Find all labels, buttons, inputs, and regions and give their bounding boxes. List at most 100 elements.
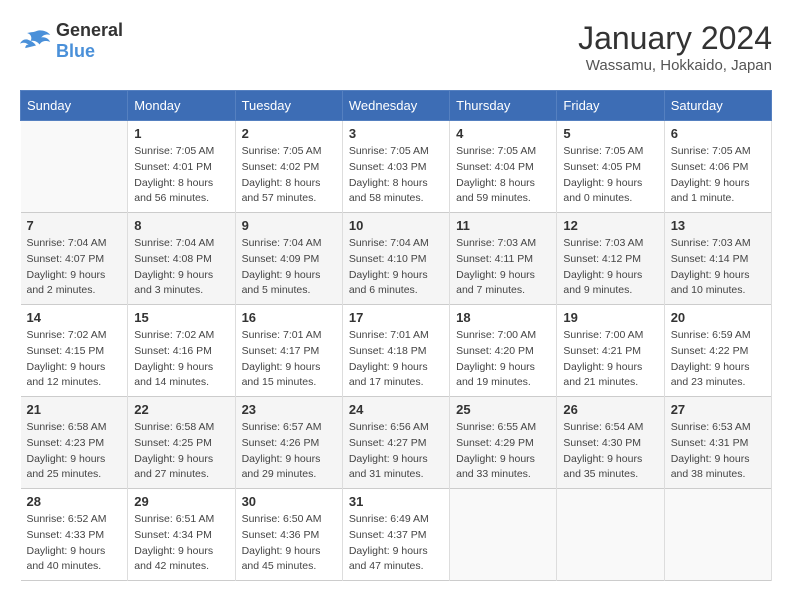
day-info: Sunrise: 7:04 AM Sunset: 4:10 PM Dayligh… (349, 236, 443, 299)
table-row: 15 Sunrise: 7:02 AM Sunset: 4:16 PM Dayl… (128, 305, 235, 397)
sunrise: Sunrise: 7:00 AM (456, 329, 536, 341)
day-number: 31 (349, 494, 443, 509)
daylight: Daylight: 9 hours and 17 minutes. (349, 361, 428, 389)
sunset: Sunset: 4:18 PM (349, 345, 427, 357)
day-info: Sunrise: 7:05 AM Sunset: 4:02 PM Dayligh… (242, 144, 336, 207)
table-row: 17 Sunrise: 7:01 AM Sunset: 4:18 PM Dayl… (342, 305, 449, 397)
table-row (450, 489, 557, 581)
day-info: Sunrise: 6:52 AM Sunset: 4:33 PM Dayligh… (27, 512, 122, 575)
daylight: Daylight: 9 hours and 2 minutes. (27, 269, 106, 297)
calendar-subtitle: Wassamu, Hokkaido, Japan (578, 57, 772, 74)
table-row: 13 Sunrise: 7:03 AM Sunset: 4:14 PM Dayl… (664, 213, 771, 305)
table-row: 6 Sunrise: 7:05 AM Sunset: 4:06 PM Dayli… (664, 121, 771, 213)
table-row: 30 Sunrise: 6:50 AM Sunset: 4:36 PM Dayl… (235, 489, 342, 581)
daylight: Daylight: 8 hours and 59 minutes. (456, 177, 535, 205)
day-number: 20 (671, 310, 765, 325)
table-row: 8 Sunrise: 7:04 AM Sunset: 4:08 PM Dayli… (128, 213, 235, 305)
day-number: 22 (134, 402, 228, 417)
table-row: 19 Sunrise: 7:00 AM Sunset: 4:21 PM Dayl… (557, 305, 664, 397)
sunrise: Sunrise: 6:57 AM (242, 421, 322, 433)
table-row: 9 Sunrise: 7:04 AM Sunset: 4:09 PM Dayli… (235, 213, 342, 305)
sunrise: Sunrise: 7:01 AM (349, 329, 429, 341)
sunset: Sunset: 4:17 PM (242, 345, 320, 357)
table-row: 18 Sunrise: 7:00 AM Sunset: 4:20 PM Dayl… (450, 305, 557, 397)
sunrise: Sunrise: 6:56 AM (349, 421, 429, 433)
day-number: 2 (242, 126, 336, 141)
day-info: Sunrise: 7:04 AM Sunset: 4:09 PM Dayligh… (242, 236, 336, 299)
sunset: Sunset: 4:16 PM (134, 345, 212, 357)
day-info: Sunrise: 6:50 AM Sunset: 4:36 PM Dayligh… (242, 512, 336, 575)
col-tuesday: Tuesday (235, 91, 342, 121)
sunset: Sunset: 4:14 PM (671, 253, 749, 265)
day-number: 11 (456, 218, 550, 233)
daylight: Daylight: 9 hours and 6 minutes. (349, 269, 428, 297)
sunset: Sunset: 4:26 PM (242, 437, 320, 449)
sunrise: Sunrise: 7:03 AM (671, 237, 751, 249)
sunset: Sunset: 4:09 PM (242, 253, 320, 265)
daylight: Daylight: 9 hours and 21 minutes. (563, 361, 642, 389)
day-info: Sunrise: 6:56 AM Sunset: 4:27 PM Dayligh… (349, 420, 443, 483)
table-row: 3 Sunrise: 7:05 AM Sunset: 4:03 PM Dayli… (342, 121, 449, 213)
day-number: 29 (134, 494, 228, 509)
sunset: Sunset: 4:20 PM (456, 345, 534, 357)
daylight: Daylight: 9 hours and 45 minutes. (242, 545, 321, 573)
day-info: Sunrise: 6:55 AM Sunset: 4:29 PM Dayligh… (456, 420, 550, 483)
sunset: Sunset: 4:25 PM (134, 437, 212, 449)
logo: General Blue (20, 20, 123, 62)
sunset: Sunset: 4:08 PM (134, 253, 212, 265)
day-info: Sunrise: 6:58 AM Sunset: 4:25 PM Dayligh… (134, 420, 228, 483)
calendar-title: January 2024 (578, 20, 772, 57)
daylight: Daylight: 9 hours and 31 minutes. (349, 453, 428, 481)
day-number: 6 (671, 126, 765, 141)
calendar-table: Sunday Monday Tuesday Wednesday Thursday… (20, 90, 772, 581)
daylight: Daylight: 9 hours and 7 minutes. (456, 269, 535, 297)
daylight: Daylight: 9 hours and 9 minutes. (563, 269, 642, 297)
table-row: 12 Sunrise: 7:03 AM Sunset: 4:12 PM Dayl… (557, 213, 664, 305)
day-number: 14 (27, 310, 122, 325)
sunset: Sunset: 4:22 PM (671, 345, 749, 357)
day-number: 4 (456, 126, 550, 141)
table-row: 10 Sunrise: 7:04 AM Sunset: 4:10 PM Dayl… (342, 213, 449, 305)
day-number: 26 (563, 402, 657, 417)
table-row: 21 Sunrise: 6:58 AM Sunset: 4:23 PM Dayl… (21, 397, 128, 489)
sunset: Sunset: 4:23 PM (27, 437, 105, 449)
day-info: Sunrise: 7:03 AM Sunset: 4:12 PM Dayligh… (563, 236, 657, 299)
daylight: Daylight: 9 hours and 27 minutes. (134, 453, 213, 481)
table-row: 16 Sunrise: 7:01 AM Sunset: 4:17 PM Dayl… (235, 305, 342, 397)
daylight: Daylight: 9 hours and 15 minutes. (242, 361, 321, 389)
sunset: Sunset: 4:03 PM (349, 161, 427, 173)
daylight: Daylight: 9 hours and 47 minutes. (349, 545, 428, 573)
sunset: Sunset: 4:27 PM (349, 437, 427, 449)
sunset: Sunset: 4:07 PM (27, 253, 105, 265)
day-number: 12 (563, 218, 657, 233)
daylight: Daylight: 9 hours and 10 minutes. (671, 269, 750, 297)
daylight: Daylight: 8 hours and 57 minutes. (242, 177, 321, 205)
sunrise: Sunrise: 7:05 AM (671, 145, 751, 157)
sunrise: Sunrise: 6:55 AM (456, 421, 536, 433)
sunrise: Sunrise: 7:05 AM (349, 145, 429, 157)
day-info: Sunrise: 7:01 AM Sunset: 4:17 PM Dayligh… (242, 328, 336, 391)
table-row: 11 Sunrise: 7:03 AM Sunset: 4:11 PM Dayl… (450, 213, 557, 305)
sunrise: Sunrise: 6:52 AM (27, 513, 107, 525)
col-wednesday: Wednesday (342, 91, 449, 121)
day-info: Sunrise: 7:02 AM Sunset: 4:16 PM Dayligh… (134, 328, 228, 391)
sunset: Sunset: 4:02 PM (242, 161, 320, 173)
sunset: Sunset: 4:21 PM (563, 345, 641, 357)
daylight: Daylight: 9 hours and 12 minutes. (27, 361, 106, 389)
day-number: 16 (242, 310, 336, 325)
table-row: 26 Sunrise: 6:54 AM Sunset: 4:30 PM Dayl… (557, 397, 664, 489)
day-info: Sunrise: 7:05 AM Sunset: 4:06 PM Dayligh… (671, 144, 765, 207)
day-info: Sunrise: 6:51 AM Sunset: 4:34 PM Dayligh… (134, 512, 228, 575)
table-row: 24 Sunrise: 6:56 AM Sunset: 4:27 PM Dayl… (342, 397, 449, 489)
sunset: Sunset: 4:30 PM (563, 437, 641, 449)
day-number: 10 (349, 218, 443, 233)
day-number: 17 (349, 310, 443, 325)
day-number: 25 (456, 402, 550, 417)
table-row: 14 Sunrise: 7:02 AM Sunset: 4:15 PM Dayl… (21, 305, 128, 397)
sunset: Sunset: 4:12 PM (563, 253, 641, 265)
day-number: 13 (671, 218, 765, 233)
title-block: January 2024 Wassamu, Hokkaido, Japan (578, 20, 772, 74)
sunset: Sunset: 4:04 PM (456, 161, 534, 173)
daylight: Daylight: 9 hours and 35 minutes. (563, 453, 642, 481)
col-saturday: Saturday (664, 91, 771, 121)
